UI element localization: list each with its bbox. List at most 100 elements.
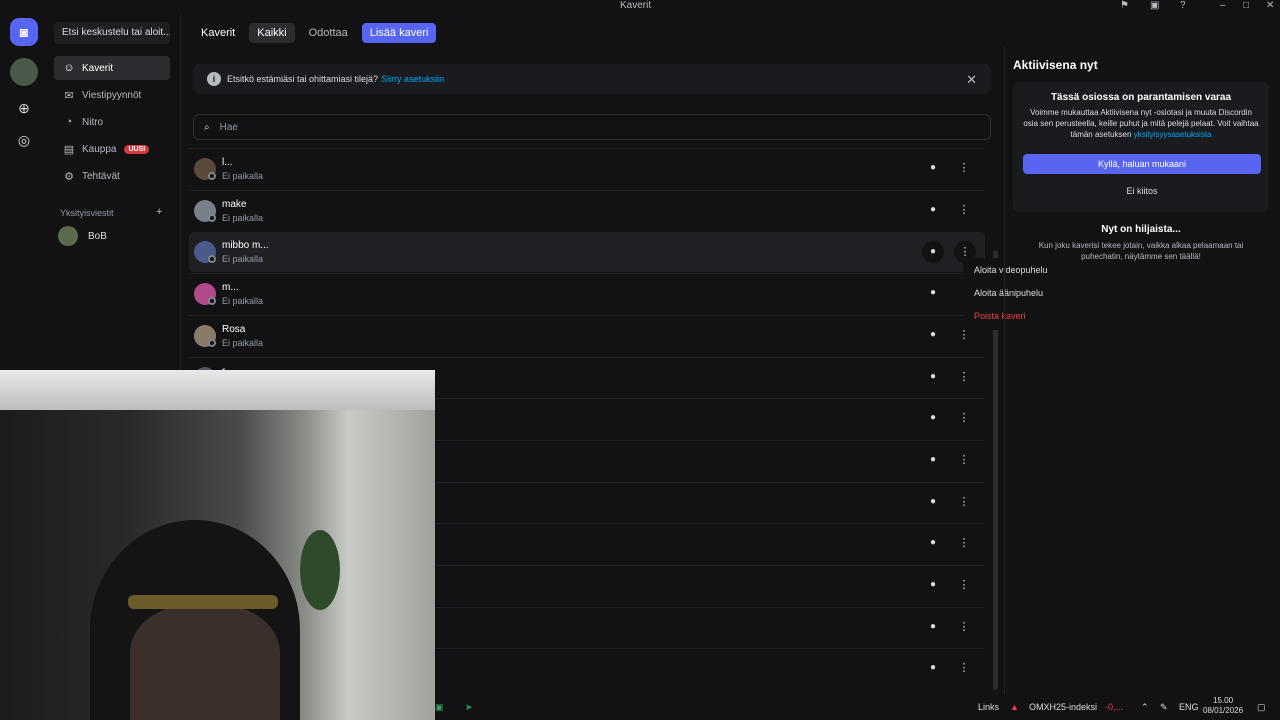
status-indicator [208,172,216,180]
status-indicator [208,297,216,305]
taskbar-links[interactable]: Links [978,702,999,712]
tray-chevron-icon[interactable]: ⌃ [1141,702,1149,713]
app-icon[interactable]: ➤ [465,702,473,713]
friend-name: l... [222,157,233,168]
more-icon[interactable]: ⋮ [957,453,971,466]
message-icon[interactable]: ● [926,287,940,301]
minimize-icon[interactable]: – [1220,0,1226,11]
message-icon[interactable]: ● [926,162,940,176]
message-icon[interactable]: ● [926,204,940,218]
more-icon[interactable]: ⋮ [957,661,971,674]
more-icon[interactable]: ⋮ [957,536,971,549]
friend-row[interactable]: m... Ei paikalla ●⋮ [189,273,985,313]
active-now-card: Tässä osiossa on parantamisen varaa Voim… [1013,82,1269,212]
close-icon[interactable]: ✕ [966,72,977,88]
sidebar-item-quests[interactable]: ⚙ Tehtävät [54,164,170,188]
friend-status: Ei paikalla [222,338,264,348]
friend-status: Ei paikalla [222,296,264,306]
tab-friends-title: Kaverit [201,27,236,39]
language-indicator[interactable]: ENG [1179,702,1199,712]
nitro-icon: ◔ [65,116,73,128]
maximize-icon[interactable]: □ [1243,0,1249,11]
more-icon[interactable]: ⋮ [957,578,971,591]
tab-all[interactable]: Kaikki [249,23,295,43]
more-icon[interactable]: ⋮ [957,495,971,508]
webcam-overlay [0,370,435,720]
settings-link[interactable]: Siirry asetuksiin [381,74,444,84]
webcam-ceiling [0,370,435,410]
add-friend-button[interactable]: Lisää kaveri [361,23,437,43]
app-icon[interactable]: ▣ [435,702,444,713]
stock-icon: ▲ [1010,702,1019,712]
status-indicator [208,339,216,347]
active-now-panel: Aktiivisena nyt Tässä osiossa on paranta… [1004,46,1280,700]
message-icon[interactable]: ● [926,412,940,426]
sidebar-item-label: Nitro [82,116,104,128]
friend-row[interactable]: Rosa Ei paikalla ● ⋮ [189,315,985,355]
message-icon[interactable]: ● [926,579,940,593]
sidebar-item-shop[interactable]: ▤ Kauppa UUSI [54,137,170,161]
info-icon: i [207,72,221,86]
status-indicator [208,255,216,263]
discover-icon[interactable]: ◎ [10,126,38,154]
friend-status: Ei paikalla [222,213,264,223]
message-icon[interactable]: ● [926,329,940,343]
clock[interactable]: 15.00 08/01/2026 [1203,696,1243,716]
sidebar-item-nitro[interactable]: ◔ Nitro [54,110,170,134]
notifications-icon[interactable]: ▢ [1257,702,1266,713]
friend-row[interactable]: make Ei paikalla ● ⋮ [189,190,985,230]
help-icon[interactable]: ? [1180,0,1186,11]
dm-item[interactable]: BoB [58,226,107,246]
status-indicator [208,214,216,222]
opt-in-button[interactable]: Kyllä, haluan mukaani [1023,154,1261,174]
message-icon[interactable]: ● [926,621,940,635]
sidebar-item-message-requests[interactable]: ✉ Viestipyynnöt [54,83,170,107]
stock-change: -0,... [1105,702,1124,712]
discord-home-icon[interactable]: ◙ [10,18,38,46]
more-icon[interactable]: ⋮ [957,411,971,424]
friend-name: Rosa [222,324,246,335]
message-icon[interactable]: ● [926,371,940,385]
more-icon[interactable]: ⋮ [957,161,971,174]
message-icon[interactable]: ● [926,454,940,468]
tab-bar: Kaverit Kaikki Odottaa Lisää kaveri [181,22,442,44]
avatar [58,226,78,246]
notice-text: Etsitkö estämiäsi tai ohittamiasi tilejä… [227,74,379,84]
sidebar-item-friends[interactable]: ☺ Kaverit [54,56,170,80]
message-icon[interactable]: ● [926,537,940,551]
message-icon[interactable]: ● [926,662,940,676]
more-icon[interactable]: ⋮ [957,620,971,633]
message-icon[interactable]: ● [922,241,944,263]
add-server-icon[interactable]: ⊕ [10,94,38,122]
more-icon[interactable]: ⋮ [957,203,971,216]
tab-pending[interactable]: Odottaa [301,23,356,43]
more-icon[interactable]: ⋮ [957,370,971,383]
friend-row[interactable]: mibbo m... Ei paikalla ● ⋮ [189,232,985,272]
inbox-icon[interactable]: ⚑ [1120,0,1129,11]
friend-search-input[interactable]: ⌕ Hae [193,114,991,140]
mail-icon: ✉ [64,89,74,102]
friend-row[interactable]: l... Ei paikalla ● ⋮ [189,148,985,188]
download-icon[interactable]: ▣ [1150,0,1159,11]
sidebar-item-label: Viestipyynnöt [82,89,142,101]
friend-status: Ei paikalla [222,171,264,181]
clock-date: 08/01/2026 [1203,706,1244,715]
pen-icon[interactable]: ✎ [1160,702,1168,713]
close-window-icon[interactable]: ✕ [1266,0,1274,11]
sidebar-item-label: Tehtävät [82,170,120,182]
stock-ticker[interactable]: OMXH25-indeksi [1029,702,1097,712]
clock-time: 15.00 [1213,696,1234,705]
server-avatar[interactable] [10,58,38,86]
friend-name: mibbo m... [222,240,269,251]
decline-button[interactable]: Ei kiitos [1023,181,1261,201]
search-placeholder: Hae [219,121,238,133]
create-dm-icon[interactable]: + [156,206,162,218]
privacy-link[interactable]: yksityisyysasetuksista [1134,130,1212,139]
friend-name: make [222,199,247,210]
blocked-notice: i Etsitkö estämiäsi tai ohittamiasi tile… [193,64,991,94]
message-icon[interactable]: ● [926,496,940,510]
active-now-title: Aktiivisena nyt [1013,58,1098,72]
shop-icon: ▤ [63,143,75,156]
conversation-search[interactable]: Etsi keskustelu tai aloit... [54,22,170,44]
dm-name: BoB [88,230,107,242]
